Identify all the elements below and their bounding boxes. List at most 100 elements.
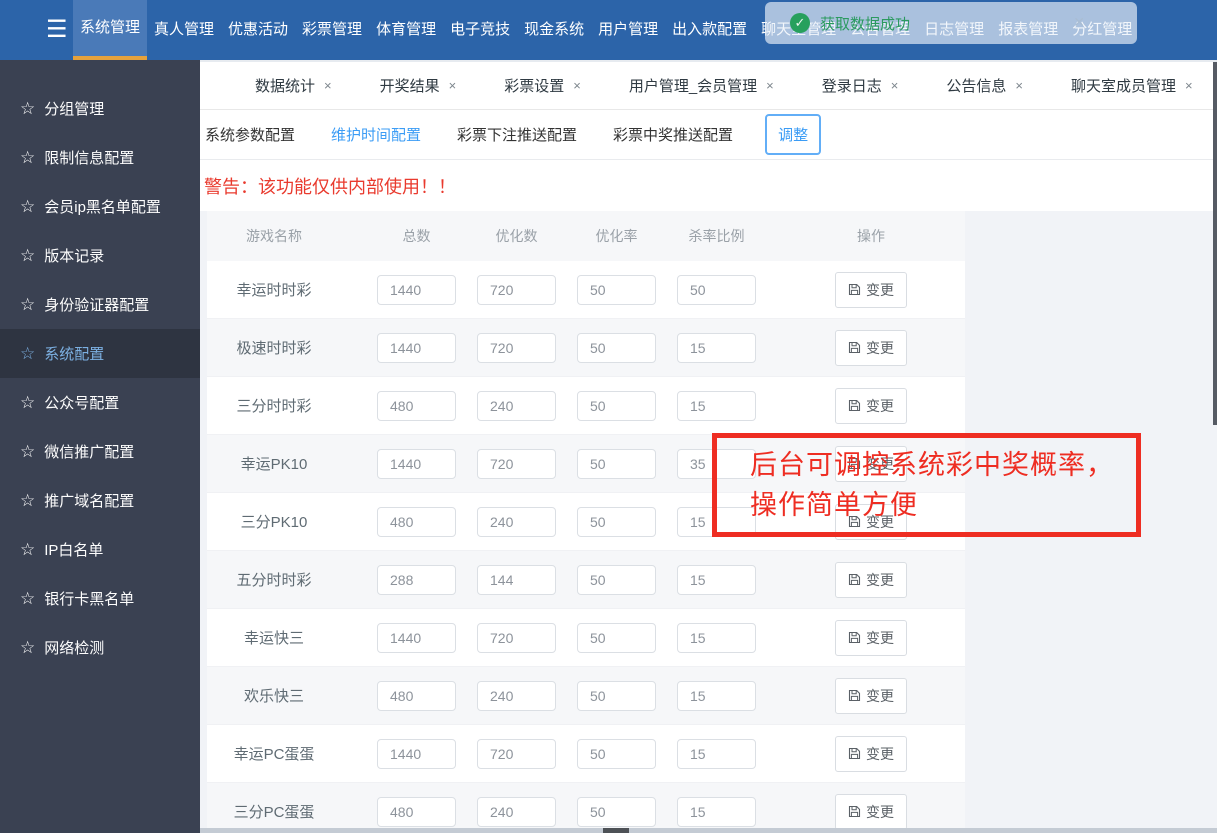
nav-item[interactable]: 用户管理: [591, 0, 665, 60]
tab-close-icon[interactable]: ×: [891, 78, 899, 93]
total-input[interactable]: [377, 275, 456, 305]
sidebar-item[interactable]: ☆系统配置: [0, 329, 200, 378]
toast-close-icon[interactable]: ✕: [1073, 15, 1085, 29]
optimized-cell: [477, 681, 577, 711]
total-input[interactable]: [377, 681, 456, 711]
optimized-cell: [477, 449, 577, 479]
nav-item[interactable]: 现金系统: [517, 0, 591, 60]
rate-input[interactable]: [577, 449, 656, 479]
change-button[interactable]: 变更: [835, 794, 907, 830]
nav-item[interactable]: 真人管理: [147, 0, 221, 60]
change-button[interactable]: 变更: [835, 562, 907, 598]
subtab[interactable]: 彩票中奖推送配置: [613, 124, 733, 145]
rate-input[interactable]: [577, 681, 656, 711]
nav-item[interactable]: 系统管理: [73, 0, 147, 60]
total-input[interactable]: [377, 391, 456, 421]
subtab[interactable]: 调整: [765, 114, 821, 155]
rate-input[interactable]: [577, 333, 656, 363]
game-name: 三分PK10: [207, 511, 377, 532]
change-button[interactable]: 变更: [835, 678, 907, 714]
change-button[interactable]: 变更: [835, 388, 907, 424]
sidebar-item[interactable]: ☆网络检测: [0, 623, 200, 672]
sidebar-item[interactable]: ☆推广域名配置: [0, 476, 200, 525]
change-button[interactable]: 变更: [835, 620, 907, 656]
vertical-scrollbar-thumb[interactable]: [1213, 62, 1217, 425]
optimized-input[interactable]: [477, 391, 556, 421]
nav-item[interactable]: 出入款配置: [665, 0, 754, 60]
tab-close-icon[interactable]: ×: [573, 78, 581, 93]
sidebar-item[interactable]: ☆身份验证器配置: [0, 280, 200, 329]
tab[interactable]: 用户管理_会员管理×: [619, 75, 784, 96]
kill-input[interactable]: [677, 391, 756, 421]
tab[interactable]: 公告信息×: [936, 75, 1033, 96]
sidebar-item[interactable]: ☆IP白名单: [0, 525, 200, 574]
sidebar-item[interactable]: ☆分组管理: [0, 84, 200, 133]
sidebar-item[interactable]: ☆银行卡黑名单: [0, 574, 200, 623]
rate-input[interactable]: [577, 391, 656, 421]
rate-input[interactable]: [577, 565, 656, 595]
game-name: 幸运PK10: [207, 453, 377, 474]
horizontal-scrollbar-track[interactable]: [200, 828, 1217, 833]
tab-close-icon[interactable]: ×: [324, 78, 332, 93]
optimized-input[interactable]: [477, 623, 556, 653]
rate-input[interactable]: [577, 739, 656, 769]
rate-input[interactable]: [577, 275, 656, 305]
kill-input[interactable]: [677, 565, 756, 595]
toast-notification: ✓ 获取数据成功 ✕: [765, 2, 1137, 44]
kill-input[interactable]: [677, 681, 756, 711]
total-input[interactable]: [377, 333, 456, 363]
tab[interactable]: 开奖结果×: [370, 75, 467, 96]
optimized-input[interactable]: [477, 797, 556, 827]
kill-input[interactable]: [677, 623, 756, 653]
rate-input[interactable]: [577, 797, 656, 827]
optimized-input[interactable]: [477, 333, 556, 363]
optimized-input[interactable]: [477, 275, 556, 305]
change-button[interactable]: 变更: [835, 330, 907, 366]
tab-close-icon[interactable]: ×: [766, 78, 774, 93]
total-input[interactable]: [377, 739, 456, 769]
tab[interactable]: 聊天室成员管理×: [1061, 75, 1203, 96]
total-cell: [377, 623, 477, 653]
tab-close-icon[interactable]: ×: [1015, 78, 1023, 93]
tab[interactable]: 数据统计×: [245, 75, 342, 96]
subtab[interactable]: 系统参数配置: [205, 124, 295, 145]
optimized-input[interactable]: [477, 449, 556, 479]
kill-input[interactable]: [677, 275, 756, 305]
sidebar-item-label: 身份验证器配置: [44, 294, 149, 315]
tab-close-icon[interactable]: ×: [1185, 78, 1193, 93]
tab-close-icon[interactable]: ×: [449, 78, 457, 93]
optimized-input[interactable]: [477, 565, 556, 595]
optimized-input[interactable]: [477, 681, 556, 711]
star-icon: ☆: [20, 442, 35, 462]
hamburger-menu-icon[interactable]: ☰: [46, 15, 68, 45]
tab[interactable]: 彩票设置×: [494, 75, 591, 96]
sidebar-item[interactable]: ☆公众号配置: [0, 378, 200, 427]
sidebar-item[interactable]: ☆限制信息配置: [0, 133, 200, 182]
nav-item[interactable]: 优惠活动: [221, 0, 295, 60]
rate-input[interactable]: [577, 623, 656, 653]
change-button[interactable]: 变更: [835, 736, 907, 772]
subtab[interactable]: 维护时间配置: [331, 124, 421, 145]
optimized-input[interactable]: [477, 507, 556, 537]
total-input[interactable]: [377, 507, 456, 537]
kill-input[interactable]: [677, 333, 756, 363]
total-input[interactable]: [377, 449, 456, 479]
star-icon: ☆: [20, 540, 35, 560]
optimized-input[interactable]: [477, 739, 556, 769]
sidebar-item[interactable]: ☆版本记录: [0, 231, 200, 280]
total-input[interactable]: [377, 623, 456, 653]
nav-item[interactable]: 体育管理: [369, 0, 443, 60]
kill-input[interactable]: [677, 739, 756, 769]
rate-input[interactable]: [577, 507, 656, 537]
tab[interactable]: 登录日志×: [812, 75, 909, 96]
horizontal-scrollbar-thumb[interactable]: [603, 828, 629, 833]
subtab[interactable]: 彩票下注推送配置: [457, 124, 577, 145]
kill-input[interactable]: [677, 797, 756, 827]
sidebar-item[interactable]: ☆会员ip黑名单配置: [0, 182, 200, 231]
sidebar-item[interactable]: ☆微信推广配置: [0, 427, 200, 476]
total-input[interactable]: [377, 565, 456, 595]
nav-item[interactable]: 电子竞技: [443, 0, 517, 60]
change-button[interactable]: 变更: [835, 272, 907, 308]
total-input[interactable]: [377, 797, 456, 827]
nav-item[interactable]: 彩票管理: [295, 0, 369, 60]
